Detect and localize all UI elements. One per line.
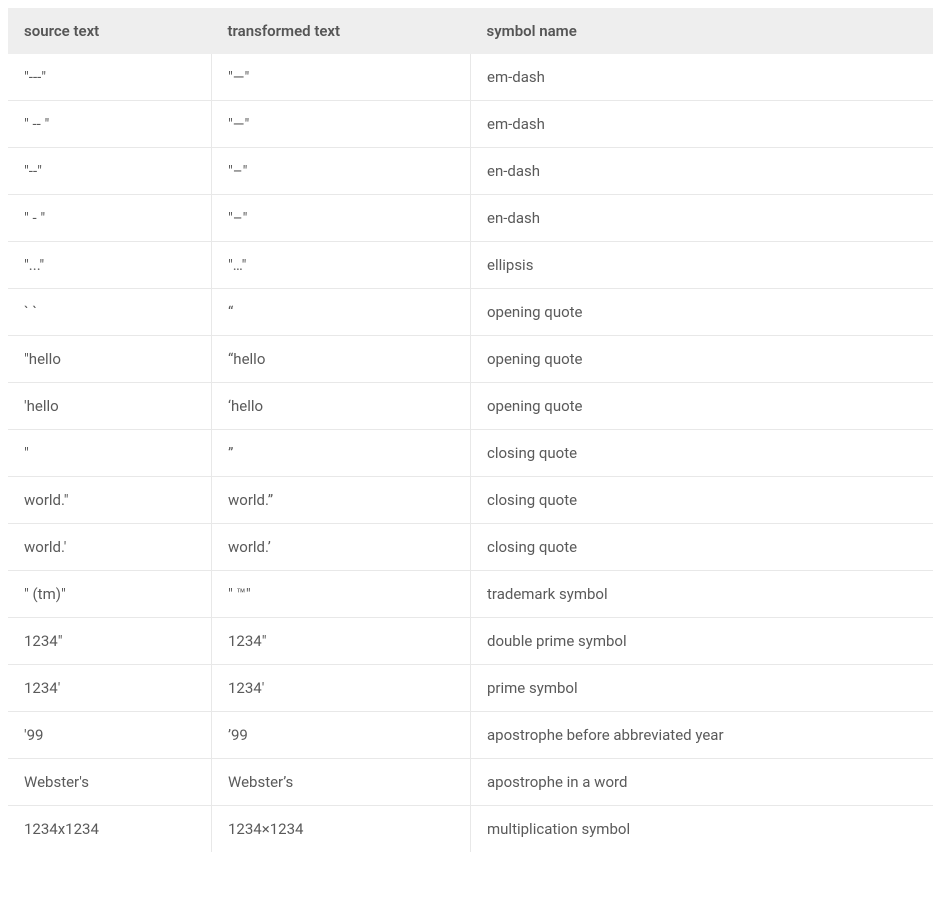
cell-symbol: apostrophe before abbreviated year	[471, 712, 934, 759]
cell-transformed: “hello	[212, 336, 471, 383]
header-transformed: transformed text	[212, 8, 471, 54]
cell-transformed: “	[212, 289, 471, 336]
table-body: "---""—"em-dash" -- ""—"em-dash"--""–"en…	[8, 54, 933, 852]
cell-source: ` `	[8, 289, 212, 336]
cell-source: "	[8, 430, 212, 477]
cell-source: "---"	[8, 54, 212, 101]
cell-symbol: opening quote	[471, 289, 934, 336]
cell-transformed: "–"	[212, 148, 471, 195]
cell-source: " (tm)"	[8, 571, 212, 618]
cell-source: "--"	[8, 148, 212, 195]
table-row: " - ""–"en-dash	[8, 195, 933, 242]
cell-symbol: em-dash	[471, 101, 934, 148]
cell-transformed: 1234″	[212, 618, 471, 665]
cell-source: 1234'	[8, 665, 212, 712]
cell-source: 1234x1234	[8, 806, 212, 853]
cell-symbol: em-dash	[471, 54, 934, 101]
cell-source: Webster's	[8, 759, 212, 806]
cell-symbol: apostrophe in a word	[471, 759, 934, 806]
cell-symbol: en-dash	[471, 148, 934, 195]
table-row: 1234'1234′prime symbol	[8, 665, 933, 712]
cell-transformed: ‘hello	[212, 383, 471, 430]
cell-transformed: world.’	[212, 524, 471, 571]
table-row: "...""…"ellipsis	[8, 242, 933, 289]
table-row: "”closing quote	[8, 430, 933, 477]
header-source: source text	[8, 8, 212, 54]
cell-symbol: closing quote	[471, 477, 934, 524]
cell-symbol: closing quote	[471, 430, 934, 477]
cell-source: world.'	[8, 524, 212, 571]
cell-transformed: Webster’s	[212, 759, 471, 806]
cell-source: world."	[8, 477, 212, 524]
cell-source: " -- "	[8, 101, 212, 148]
table-header-row: source text transformed text symbol name	[8, 8, 933, 54]
cell-symbol: opening quote	[471, 336, 934, 383]
cell-symbol: opening quote	[471, 383, 934, 430]
cell-source: "..."	[8, 242, 212, 289]
cell-transformed: 1234′	[212, 665, 471, 712]
header-symbol: symbol name	[471, 8, 934, 54]
table-row: world."world.”closing quote	[8, 477, 933, 524]
cell-source: "hello	[8, 336, 212, 383]
cell-source: 'hello	[8, 383, 212, 430]
table-row: 1234x12341234×1234multiplication symbol	[8, 806, 933, 853]
table-row: " (tm)"" ™"trademark symbol	[8, 571, 933, 618]
cell-transformed: ’99	[212, 712, 471, 759]
cell-symbol: prime symbol	[471, 665, 934, 712]
table-row: 'hello‘helloopening quote	[8, 383, 933, 430]
cell-transformed: "—"	[212, 54, 471, 101]
cell-symbol: ellipsis	[471, 242, 934, 289]
table-row: "hello“helloopening quote	[8, 336, 933, 383]
cell-source: " - "	[8, 195, 212, 242]
cell-transformed: " ™"	[212, 571, 471, 618]
cell-transformed: "…"	[212, 242, 471, 289]
cell-symbol: double prime symbol	[471, 618, 934, 665]
cell-transformed: ”	[212, 430, 471, 477]
cell-transformed: "–"	[212, 195, 471, 242]
cell-symbol: closing quote	[471, 524, 934, 571]
table-row: "---""—"em-dash	[8, 54, 933, 101]
table-row: 1234"1234″double prime symbol	[8, 618, 933, 665]
cell-source: 1234"	[8, 618, 212, 665]
cell-symbol: en-dash	[471, 195, 934, 242]
cell-transformed: 1234×1234	[212, 806, 471, 853]
table-row: Webster'sWebster’sapostrophe in a word	[8, 759, 933, 806]
cell-symbol: multiplication symbol	[471, 806, 934, 853]
table-row: " -- ""—"em-dash	[8, 101, 933, 148]
table-row: '99’99apostrophe before abbreviated year	[8, 712, 933, 759]
table-row: ` `“opening quote	[8, 289, 933, 336]
cell-symbol: trademark symbol	[471, 571, 934, 618]
table-row: "--""–"en-dash	[8, 148, 933, 195]
table-row: world.'world.’closing quote	[8, 524, 933, 571]
cell-transformed: "—"	[212, 101, 471, 148]
cell-transformed: world.”	[212, 477, 471, 524]
transform-table: source text transformed text symbol name…	[8, 8, 933, 852]
cell-source: '99	[8, 712, 212, 759]
